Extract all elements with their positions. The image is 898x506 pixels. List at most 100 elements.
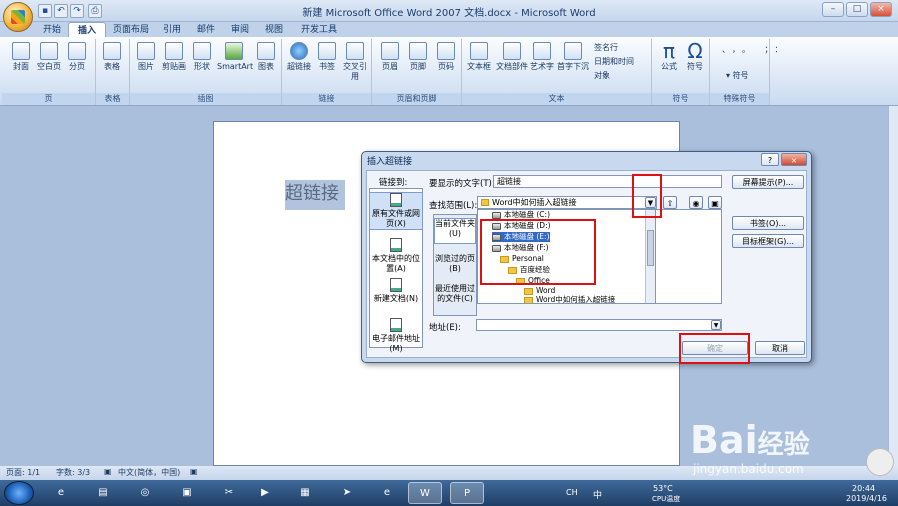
- word-taskbar-icon[interactable]: W: [408, 482, 442, 504]
- cross-reference-button[interactable]: 交叉引用: [342, 40, 368, 82]
- text-box-icon: [470, 42, 488, 60]
- browse-web-icon[interactable]: ◉: [689, 196, 703, 209]
- vertical-scrollbar[interactable]: [888, 106, 898, 466]
- hyperlink-button[interactable]: 超链接: [286, 40, 312, 72]
- address-input[interactable]: [476, 319, 722, 331]
- object-button[interactable]: 对象: [594, 70, 610, 81]
- close-button[interactable]: ×: [870, 2, 892, 17]
- link-to-place-in-document[interactable]: 本文档中的位置(A): [369, 238, 423, 274]
- ppt-taskbar-icon[interactable]: P: [450, 482, 484, 504]
- language-indicator[interactable]: 中文(简体，中国): [118, 467, 180, 478]
- text-box-button[interactable]: 文本框: [466, 40, 492, 72]
- office-button[interactable]: [3, 2, 33, 32]
- clip-art-button[interactable]: 剪贴画: [161, 40, 187, 72]
- tab-view[interactable]: 视图: [256, 22, 292, 38]
- special-symbol-button[interactable]: ▾ 符号: [726, 70, 749, 81]
- button-label: 符号: [687, 62, 703, 71]
- browse-file-icon[interactable]: ▣: [708, 196, 722, 209]
- tab-insert[interactable]: 插入: [68, 22, 107, 38]
- page-count[interactable]: 页面: 1/1: [6, 467, 40, 478]
- screen-tip-button[interactable]: 屏幕提示(P)...: [732, 175, 804, 189]
- cpu-temp-label: CPU温度: [652, 495, 681, 503]
- chart-button[interactable]: 图表: [253, 40, 279, 72]
- page-number-button[interactable]: 页码: [433, 40, 459, 72]
- picture-button[interactable]: 图片: [133, 40, 159, 72]
- link-to-label-text: 原有文件或网页(X): [372, 209, 420, 228]
- look-in-dropdown[interactable]: Word中如何插入超链接: [477, 196, 657, 209]
- link-to-email[interactable]: 电子邮件地址(M): [369, 318, 423, 354]
- maximize-button[interactable]: □: [846, 2, 868, 17]
- word-count[interactable]: 字数: 3/3: [56, 467, 90, 478]
- drop-cap-button[interactable]: 首字下沉: [556, 40, 590, 72]
- button-label: 页眉: [382, 62, 398, 71]
- clock-date[interactable]: 2019/4/16: [846, 494, 887, 503]
- bookmark-ribbon-button[interactable]: 书签: [314, 40, 340, 72]
- wordart-button[interactable]: 艺术字: [528, 40, 556, 72]
- table-button[interactable]: 表格: [99, 40, 125, 72]
- help-button[interactable]: ?: [761, 153, 779, 166]
- cancel-button[interactable]: 取消: [755, 341, 805, 355]
- target-frame-button[interactable]: 目标框架(G)...: [732, 234, 804, 248]
- minimize-button[interactable]: –: [822, 2, 844, 17]
- tab-review[interactable]: 审阅: [222, 22, 258, 38]
- explorer-icon[interactable]: ▤: [86, 482, 120, 504]
- app-icon[interactable]: ▦: [288, 482, 322, 504]
- cover-page-button[interactable]: 封面: [8, 40, 34, 72]
- clock-time[interactable]: 20:44: [852, 484, 875, 493]
- bookmark-button[interactable]: 书签(O)...: [732, 216, 804, 230]
- ie-icon[interactable]: e: [44, 482, 78, 504]
- tab-page-layout[interactable]: 页面布局: [104, 22, 158, 38]
- edge-icon[interactable]: e: [370, 482, 404, 504]
- button-label: SmartArt: [217, 62, 254, 71]
- footer-button[interactable]: 页脚: [405, 40, 431, 72]
- file-globe-icon: [390, 193, 402, 207]
- button-label: 交叉引用: [343, 62, 367, 81]
- annotation-box-file-list: [480, 219, 596, 285]
- link-to-new-document[interactable]: 新建文档(N): [369, 278, 423, 304]
- media-player-icon[interactable]: ▶: [248, 482, 282, 504]
- watermark-brand-cn: 经验: [757, 430, 810, 460]
- subtab-recent-files[interactable]: 最近使用过的文件(C): [434, 284, 476, 304]
- subtab-current-folder[interactable]: 当前文件夹(U): [434, 218, 476, 244]
- snipping-tool-icon[interactable]: ✂: [212, 482, 246, 504]
- scrollbar-thumb[interactable]: [647, 230, 654, 266]
- look-in-value: Word中如何插入超链接: [492, 198, 577, 207]
- button-label: 公式: [661, 62, 677, 71]
- tab-references[interactable]: 引用: [154, 22, 190, 38]
- folder-icon: [524, 296, 533, 303]
- ime-indicator[interactable]: 中: [593, 488, 602, 501]
- browser-icon[interactable]: ◎: [128, 482, 162, 504]
- macro-record-icon[interactable]: ▣: [190, 467, 198, 476]
- keyboard-icon[interactable]: CH: [566, 488, 578, 497]
- equation-button[interactable]: π 公式: [656, 40, 682, 72]
- display-text-input[interactable]: 超链接: [493, 175, 722, 188]
- symbol-button[interactable]: Ω 符号: [682, 40, 708, 72]
- smartart-button[interactable]: SmartArt: [217, 40, 254, 72]
- button-label: 书签: [319, 62, 335, 71]
- up-folder-icon[interactable]: ⇧: [663, 196, 677, 209]
- selected-text[interactable]: 超链接: [285, 180, 345, 210]
- tab-developer[interactable]: 开发工具: [292, 22, 346, 38]
- feiyu-icon[interactable]: ➤: [330, 482, 364, 504]
- link-to-existing-file[interactable]: 原有文件或网页(X): [369, 192, 423, 230]
- spelling-icon[interactable]: ▣: [104, 467, 112, 476]
- iqiyi-icon[interactable]: ▣: [170, 482, 204, 504]
- start-button[interactable]: [4, 481, 34, 505]
- subtab-browsed-pages[interactable]: 浏览过的页(B): [434, 254, 476, 274]
- tab-home[interactable]: 开始: [34, 22, 70, 38]
- header-button[interactable]: 页眉: [377, 40, 403, 72]
- quick-parts-button[interactable]: 文档部件: [496, 40, 528, 72]
- shapes-button[interactable]: 形状: [189, 40, 215, 72]
- list-item[interactable]: Word中如何插入超链接: [524, 295, 615, 303]
- address-dropdown-icon[interactable]: ▼: [711, 320, 721, 330]
- file-list-scrollbar[interactable]: [645, 210, 655, 303]
- page-break-button[interactable]: 分页: [64, 40, 90, 72]
- tab-mailings[interactable]: 邮件: [188, 22, 224, 38]
- quick-parts-icon: [503, 42, 521, 60]
- blank-page-button[interactable]: 空白页: [36, 40, 62, 72]
- watermark-brand: Bai: [690, 418, 758, 462]
- special-symbols-grid[interactable]: 、，。 ；：: [722, 44, 789, 55]
- dialog-close-button[interactable]: ×: [781, 153, 807, 166]
- date-time-button[interactable]: 日期和时间: [594, 56, 634, 67]
- signature-line-button[interactable]: 签名行: [594, 42, 618, 53]
